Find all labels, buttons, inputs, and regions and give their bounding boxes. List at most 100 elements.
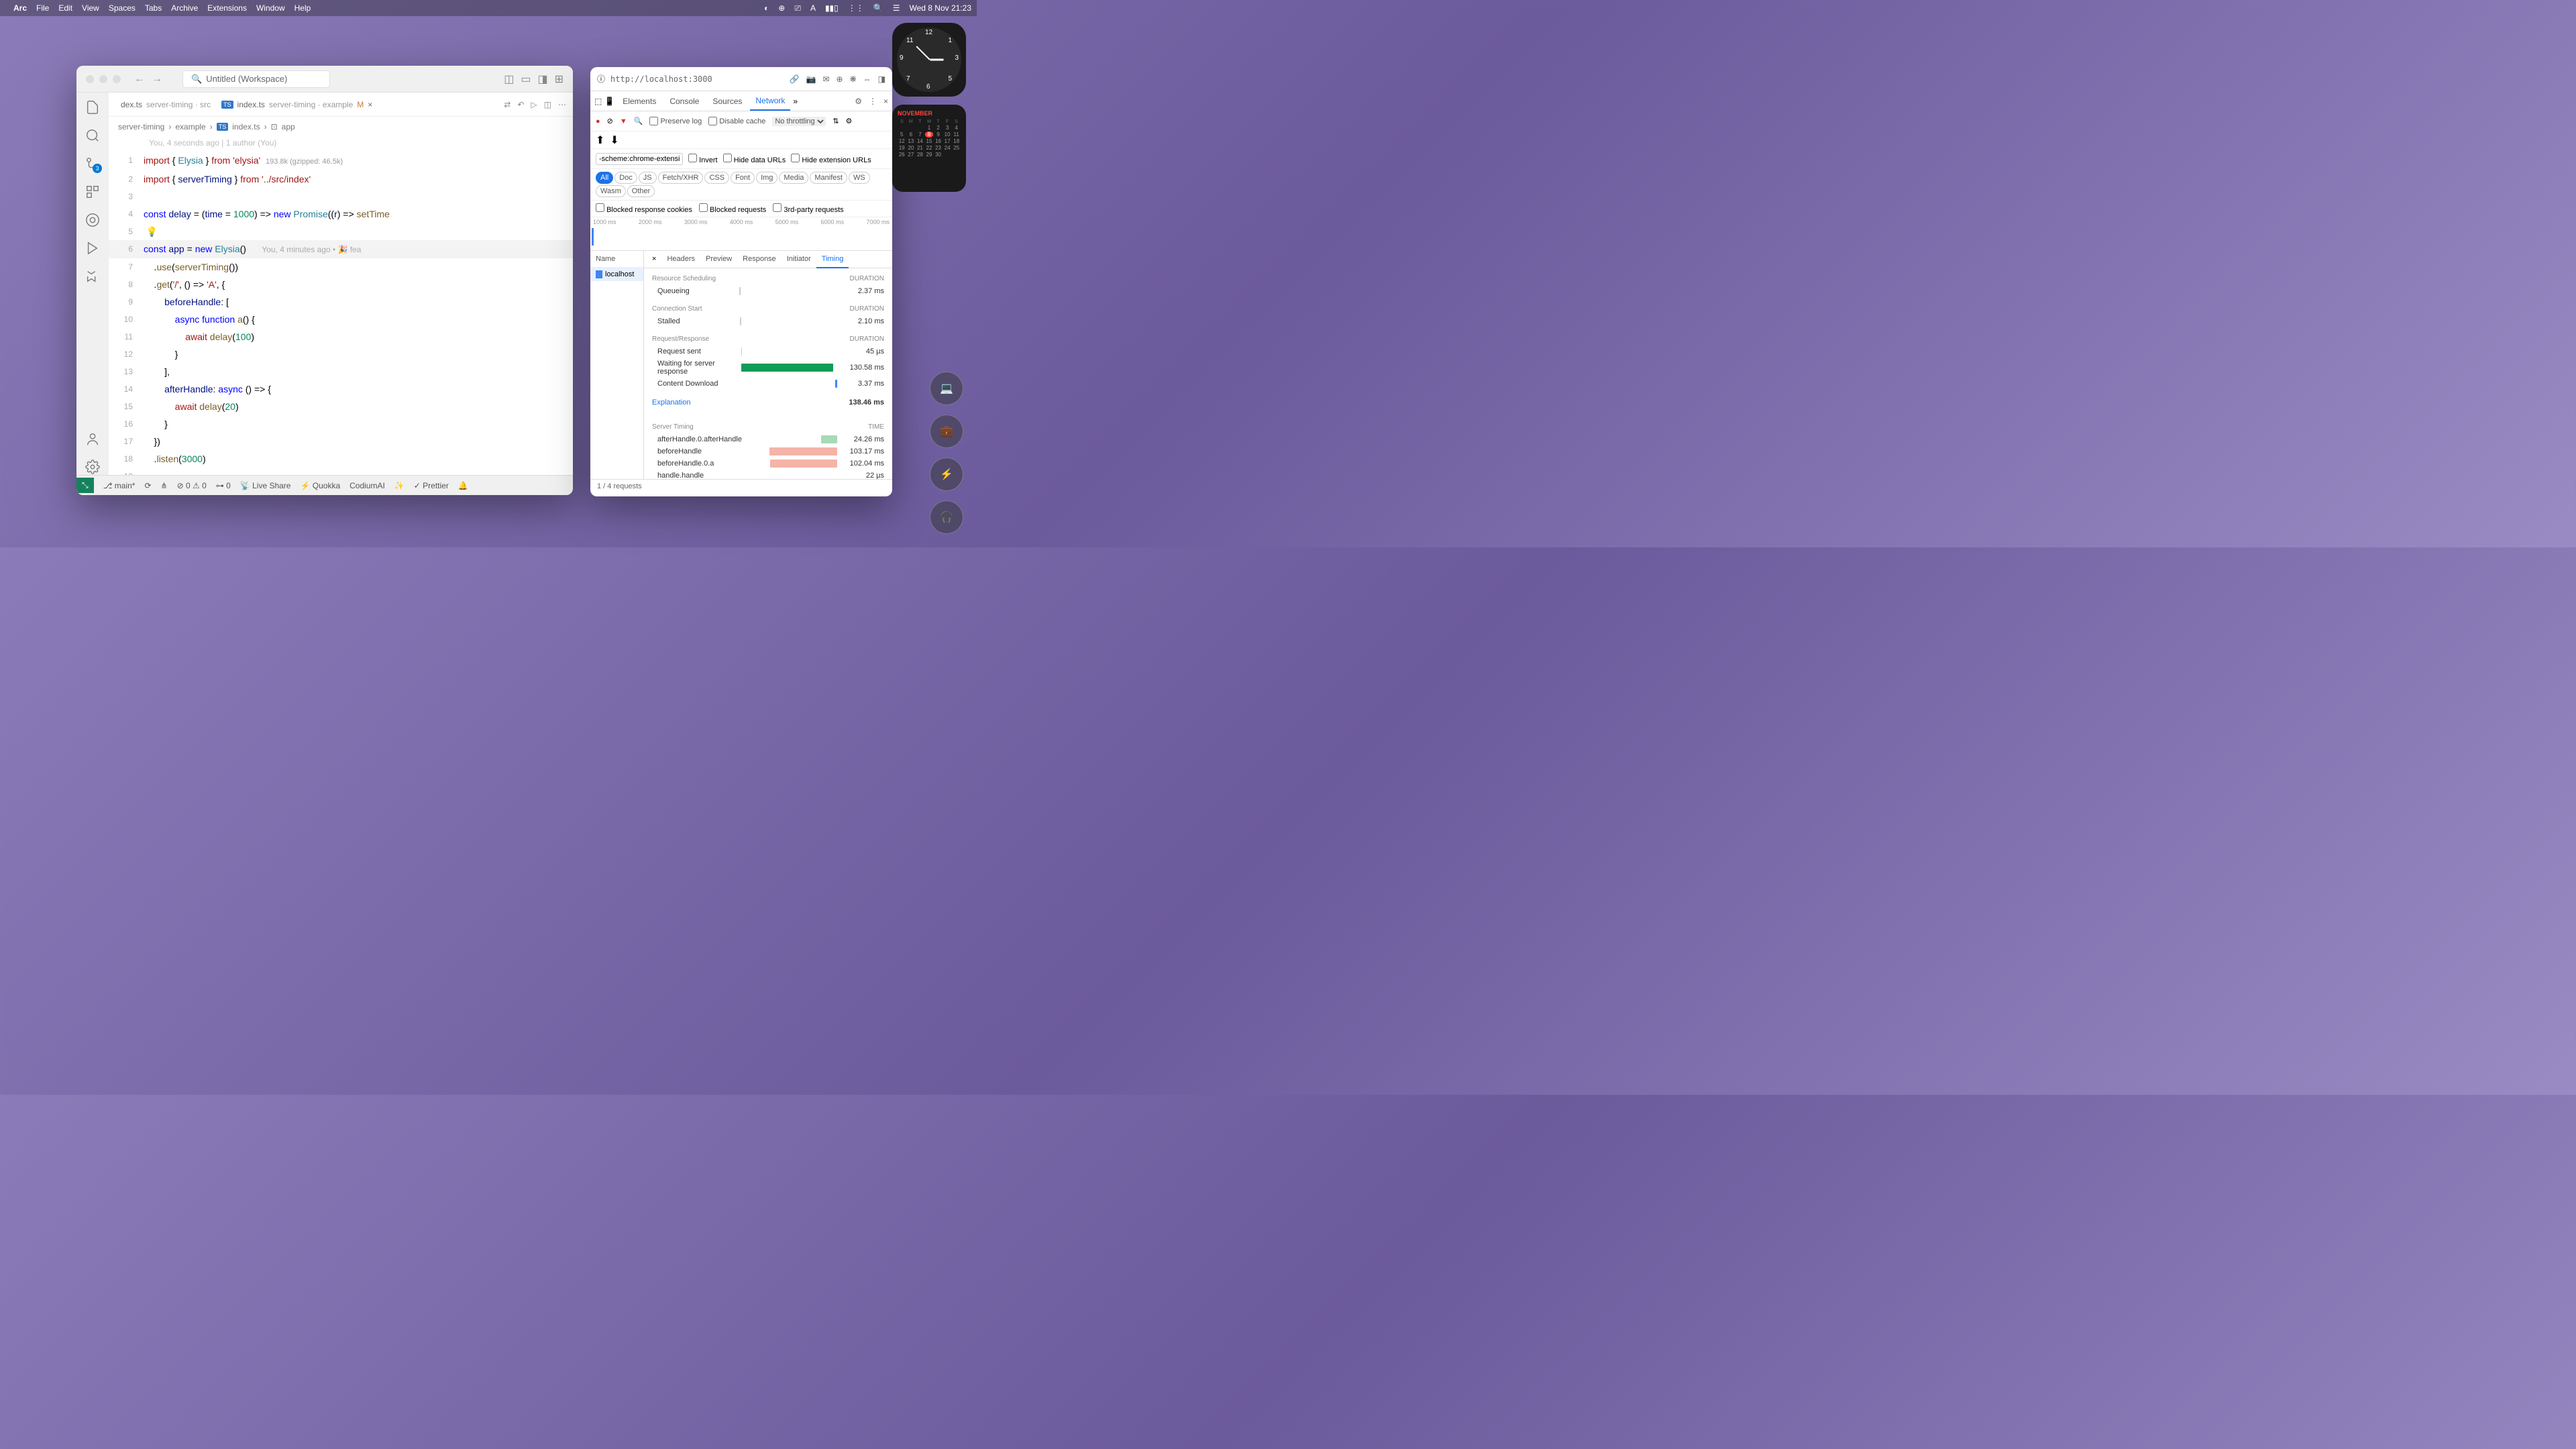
tab-elements[interactable]: Elements [617, 93, 661, 110]
run-icon[interactable]: ▷ [531, 100, 537, 109]
filter-img[interactable]: Img [756, 172, 777, 184]
run-debug-icon[interactable] [85, 240, 101, 256]
filter-toggle-icon[interactable]: ▼ [620, 117, 627, 125]
codium-status[interactable]: CodiumAI [350, 481, 385, 490]
quokka-status[interactable]: ⚡ Quokka [300, 481, 340, 490]
filter-fetch[interactable]: Fetch/XHR [658, 172, 704, 184]
problems[interactable]: ⊘ 0 ⚠ 0 [177, 481, 207, 490]
menu-view[interactable]: View [82, 3, 99, 13]
remote-indicator[interactable]: ⤡ [76, 478, 94, 493]
nav-back-icon[interactable]: ← [134, 73, 145, 85]
record-icon[interactable]: ● [596, 117, 600, 125]
extension-icon[interactable]: ⇔ [863, 74, 871, 84]
battery-icon[interactable]: ▮▮▯ [825, 3, 839, 13]
code-editor[interactable]: 1import { Elysia } from 'elysia' 193.8k … [109, 149, 573, 475]
filter-css[interactable]: CSS [704, 172, 729, 184]
explorer-icon[interactable] [85, 99, 101, 115]
explanation-link[interactable]: Explanation [652, 396, 691, 409]
network-overview-timeline[interactable]: 1000 ms 2000 ms 3000 ms 4000 ms 5000 ms … [590, 217, 892, 251]
more-icon[interactable]: ⋮ [869, 97, 877, 106]
menu-file[interactable]: File [36, 3, 49, 13]
tab-console[interactable]: Console [664, 93, 704, 110]
detail-tab-headers[interactable]: Headers [661, 251, 700, 268]
settings-gear-icon[interactable]: ⚙ [855, 97, 862, 106]
filter-other[interactable]: Other [627, 185, 655, 197]
hide-extension-urls-checkbox[interactable]: Hide extension URLs [791, 154, 871, 164]
nav-forward-icon[interactable]: → [152, 73, 162, 85]
tab-index[interactable]: TS index.ts server-timing · example M × [216, 97, 378, 112]
layout-icon[interactable]: ◨ [537, 72, 547, 86]
name-column-header[interactable]: Name [590, 251, 643, 268]
ports[interactable]: ⊶ 0 [216, 481, 231, 490]
liveshare-status[interactable]: 📡 Live Share [240, 481, 291, 490]
status-icon[interactable]: ◐ [764, 3, 769, 13]
bell-icon[interactable]: 🔔 [458, 481, 468, 490]
git-branch[interactable]: ⎇ main* [103, 481, 136, 490]
calendar-widget[interactable]: NOVEMBER SMTWTFS 1234 567891011 12131415… [892, 105, 966, 192]
menu-archive[interactable]: Archive [171, 3, 198, 13]
close-icon[interactable]: × [883, 97, 888, 106]
status-icon[interactable]: ⊕ [778, 3, 785, 13]
search-icon[interactable] [85, 127, 101, 144]
dock-item[interactable]: 🎧 [930, 500, 963, 534]
menu-edit[interactable]: Edit [58, 3, 72, 13]
inspect-icon[interactable]: ⬚ [594, 97, 602, 106]
menu-window[interactable]: Window [256, 3, 285, 13]
menu-spaces[interactable]: Spaces [109, 3, 136, 13]
hide-data-urls-checkbox[interactable]: Hide data URLs [723, 154, 786, 164]
settings-gear-icon[interactable]: ⚙ [846, 117, 853, 125]
filter-ws[interactable]: WS [849, 172, 870, 184]
request-row[interactable]: localhost [590, 268, 643, 281]
control-center-icon[interactable]: ⎚ [794, 3, 801, 13]
detail-tab-response[interactable]: Response [737, 251, 782, 268]
dock-item[interactable]: ⚡ [930, 458, 963, 491]
tab-sources[interactable]: Sources [707, 93, 747, 110]
source-control-icon[interactable]: 3 [85, 156, 101, 172]
traffic-lights[interactable] [86, 75, 121, 83]
filter-doc[interactable]: Doc [614, 172, 637, 184]
breadcrumb[interactable]: server-timing› example› TS index.ts› ⊡ap… [109, 117, 573, 137]
url-display[interactable]: http://localhost:3000 [610, 74, 712, 84]
extensions-icon[interactable] [85, 184, 101, 200]
layout-icon[interactable]: ⊞ [555, 72, 564, 86]
dock-icon[interactable]: ◨ [878, 74, 885, 84]
testing-icon[interactable] [85, 212, 101, 228]
git-blame-codelens[interactable]: You, 4 seconds ago | 1 author (You) [109, 137, 573, 149]
account-icon[interactable] [85, 431, 101, 447]
filter-js[interactable]: JS [639, 172, 657, 184]
filter-input[interactable] [596, 153, 683, 165]
close-tab-icon[interactable]: × [368, 100, 372, 109]
extension-icon[interactable]: ⊕ [837, 74, 843, 84]
layout-icon[interactable]: ▭ [521, 72, 531, 86]
tab-network[interactable]: Network [750, 92, 790, 111]
filter-wasm[interactable]: Wasm [596, 185, 626, 197]
filter-manifest[interactable]: Manifest [810, 172, 847, 184]
menu-tabs[interactable]: Tabs [145, 3, 162, 13]
extension-icon[interactable]: ❋ [850, 74, 857, 84]
revert-icon[interactable]: ↶ [517, 100, 524, 109]
menu-extensions[interactable]: Extensions [207, 3, 247, 13]
prettier-status[interactable]: ✓ Prettier [414, 481, 449, 490]
settings-gear-icon[interactable] [85, 459, 101, 475]
upload-har-icon[interactable]: ⬆ [596, 133, 604, 147]
wifi-icon[interactable]: ⋮⋮ [848, 3, 864, 13]
dock-item[interactable]: 💻 [930, 372, 963, 405]
camera-icon[interactable]: 📷 [806, 74, 816, 84]
detail-tab-preview[interactable]: Preview [700, 251, 737, 268]
blocked-cookies-checkbox[interactable]: Blocked response cookies [596, 203, 692, 214]
menubar-clock[interactable]: Wed 8 Nov 21:23 [909, 3, 971, 13]
command-center[interactable]: 🔍 Untitled (Workspace) [182, 70, 330, 88]
layout-icon[interactable]: ◫ [504, 72, 514, 86]
filter-all[interactable]: All [596, 172, 613, 184]
preserve-log-checkbox[interactable]: Preserve log [649, 117, 702, 125]
clear-icon[interactable]: ⊘ [607, 117, 613, 125]
link-icon[interactable]: 🔗 [790, 74, 800, 84]
menu-help[interactable]: Help [294, 3, 311, 13]
spotlight-icon[interactable]: 🔍 [873, 3, 883, 13]
close-detail-icon[interactable]: × [647, 251, 661, 268]
more-icon[interactable]: ⋯ [558, 100, 566, 109]
search-icon[interactable]: 🔍 [634, 117, 643, 125]
third-party-checkbox[interactable]: 3rd-party requests [773, 203, 843, 214]
invert-checkbox[interactable]: Invert [688, 154, 718, 164]
info-icon[interactable]: ⓘ [597, 73, 605, 85]
